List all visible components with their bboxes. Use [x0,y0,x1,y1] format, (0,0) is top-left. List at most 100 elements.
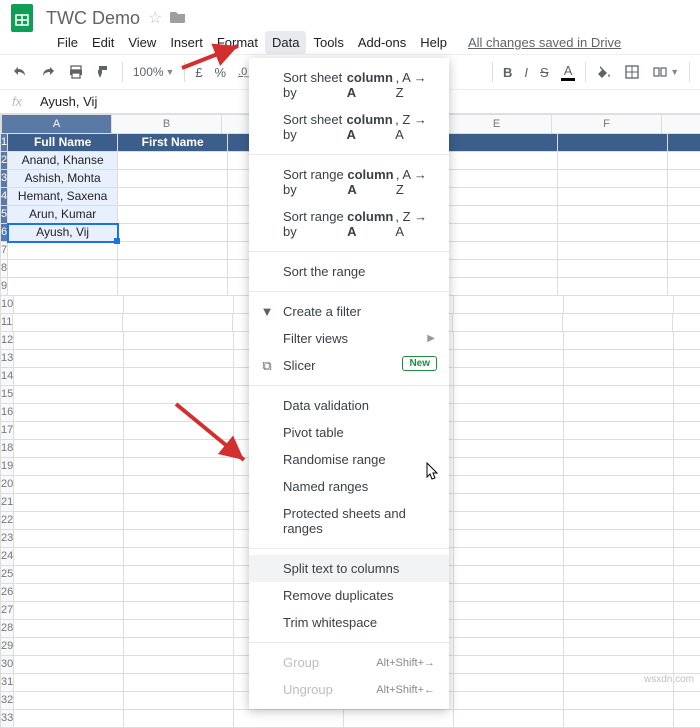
cell[interactable] [563,314,673,332]
cell[interactable] [454,458,564,476]
cell[interactable] [564,566,674,584]
cell[interactable] [674,692,700,710]
cell[interactable] [454,710,564,728]
zoom-select[interactable]: 100%▼ [127,61,181,83]
undo-icon[interactable] [6,60,34,84]
cell[interactable] [124,638,234,656]
cell[interactable] [564,602,674,620]
cell[interactable] [674,368,700,386]
cell[interactable] [454,548,564,566]
cell[interactable] [118,152,228,170]
cell[interactable] [124,404,234,422]
cell[interactable] [124,566,234,584]
menu-remove-duplicates[interactable]: Remove duplicates [249,582,449,609]
cell[interactable] [558,188,668,206]
cell[interactable] [118,206,228,224]
cell[interactable] [14,296,124,314]
cell[interactable] [564,638,674,656]
row-header[interactable]: 6 [0,224,8,242]
percent-button[interactable]: % [209,61,233,84]
cell[interactable] [14,674,124,692]
cell[interactable] [448,152,558,170]
cell[interactable] [668,242,700,260]
row-header[interactable]: 8 [0,260,8,278]
menu-tools[interactable]: Tools [306,31,350,54]
menu-insert[interactable]: Insert [163,31,210,54]
borders-icon[interactable] [618,60,646,84]
cell[interactable] [124,476,234,494]
cell[interactable] [14,368,124,386]
cell[interactable] [448,278,558,296]
row-header[interactable]: 14 [0,368,14,386]
row-header[interactable]: 15 [0,386,14,404]
merge-icon[interactable]: ▼ [646,60,685,84]
document-title[interactable]: TWC Demo [46,8,140,29]
cell[interactable] [448,188,558,206]
row-header[interactable]: 7 [0,242,8,260]
cell[interactable] [118,170,228,188]
cell[interactable] [454,584,564,602]
cell[interactable] [674,476,700,494]
cell[interactable] [454,386,564,404]
redo-icon[interactable] [34,60,62,84]
cell[interactable] [234,710,344,728]
cell[interactable] [564,296,674,314]
cell[interactable] [668,224,700,242]
cell[interactable] [454,656,564,674]
formula-value[interactable]: Ayush, Vij [34,94,97,109]
cell[interactable] [448,134,558,152]
cell[interactable] [124,422,234,440]
cell[interactable] [674,710,700,728]
cell[interactable] [668,152,700,170]
cell[interactable] [124,548,234,566]
cell[interactable] [14,494,124,512]
row-header[interactable]: 13 [0,350,14,368]
cell[interactable] [674,602,700,620]
row-header[interactable]: 4 [0,188,8,206]
cell[interactable] [674,422,700,440]
cell[interactable] [454,638,564,656]
cell[interactable] [14,332,124,350]
cell[interactable] [124,350,234,368]
cell[interactable] [454,404,564,422]
column-header-B[interactable]: B [112,114,222,134]
cell[interactable] [14,692,124,710]
cell[interactable] [124,440,234,458]
column-header-E[interactable]: E [442,114,552,134]
cell[interactable]: Ayush, Vij [8,224,118,242]
row-header[interactable]: 32 [0,692,14,710]
row-header[interactable]: 11 [0,314,13,332]
cell[interactable]: Hemant, Saxena [8,188,118,206]
bold-button[interactable]: B [497,61,518,84]
cell[interactable] [448,260,558,278]
cell[interactable] [674,350,700,368]
cell[interactable] [14,602,124,620]
cell[interactable] [14,512,124,530]
row-header[interactable]: 33 [0,710,14,728]
cell[interactable] [674,512,700,530]
cell[interactable] [454,296,564,314]
cell[interactable] [674,404,700,422]
cell[interactable] [454,530,564,548]
cell[interactable] [13,314,123,332]
menu-help[interactable]: Help [413,31,454,54]
cell[interactable] [14,656,124,674]
cell[interactable] [564,584,674,602]
cell[interactable] [668,134,700,152]
menu-format[interactable]: Format [210,31,265,54]
cell[interactable] [558,206,668,224]
cell[interactable] [123,314,233,332]
menu-pivot-table[interactable]: Pivot table [249,419,449,446]
cell[interactable] [14,530,124,548]
column-header-F[interactable]: F [552,114,662,134]
cell[interactable] [14,440,124,458]
row-header[interactable]: 18 [0,440,14,458]
cell[interactable] [558,278,668,296]
fill-color-icon[interactable] [590,60,618,84]
cell[interactable] [448,170,558,188]
cell[interactable] [124,602,234,620]
row-header[interactable]: 1 [0,134,8,152]
cell[interactable] [454,692,564,710]
menu-slicer[interactable]: ⧉SlicerNew [249,352,449,379]
cell[interactable] [564,692,674,710]
